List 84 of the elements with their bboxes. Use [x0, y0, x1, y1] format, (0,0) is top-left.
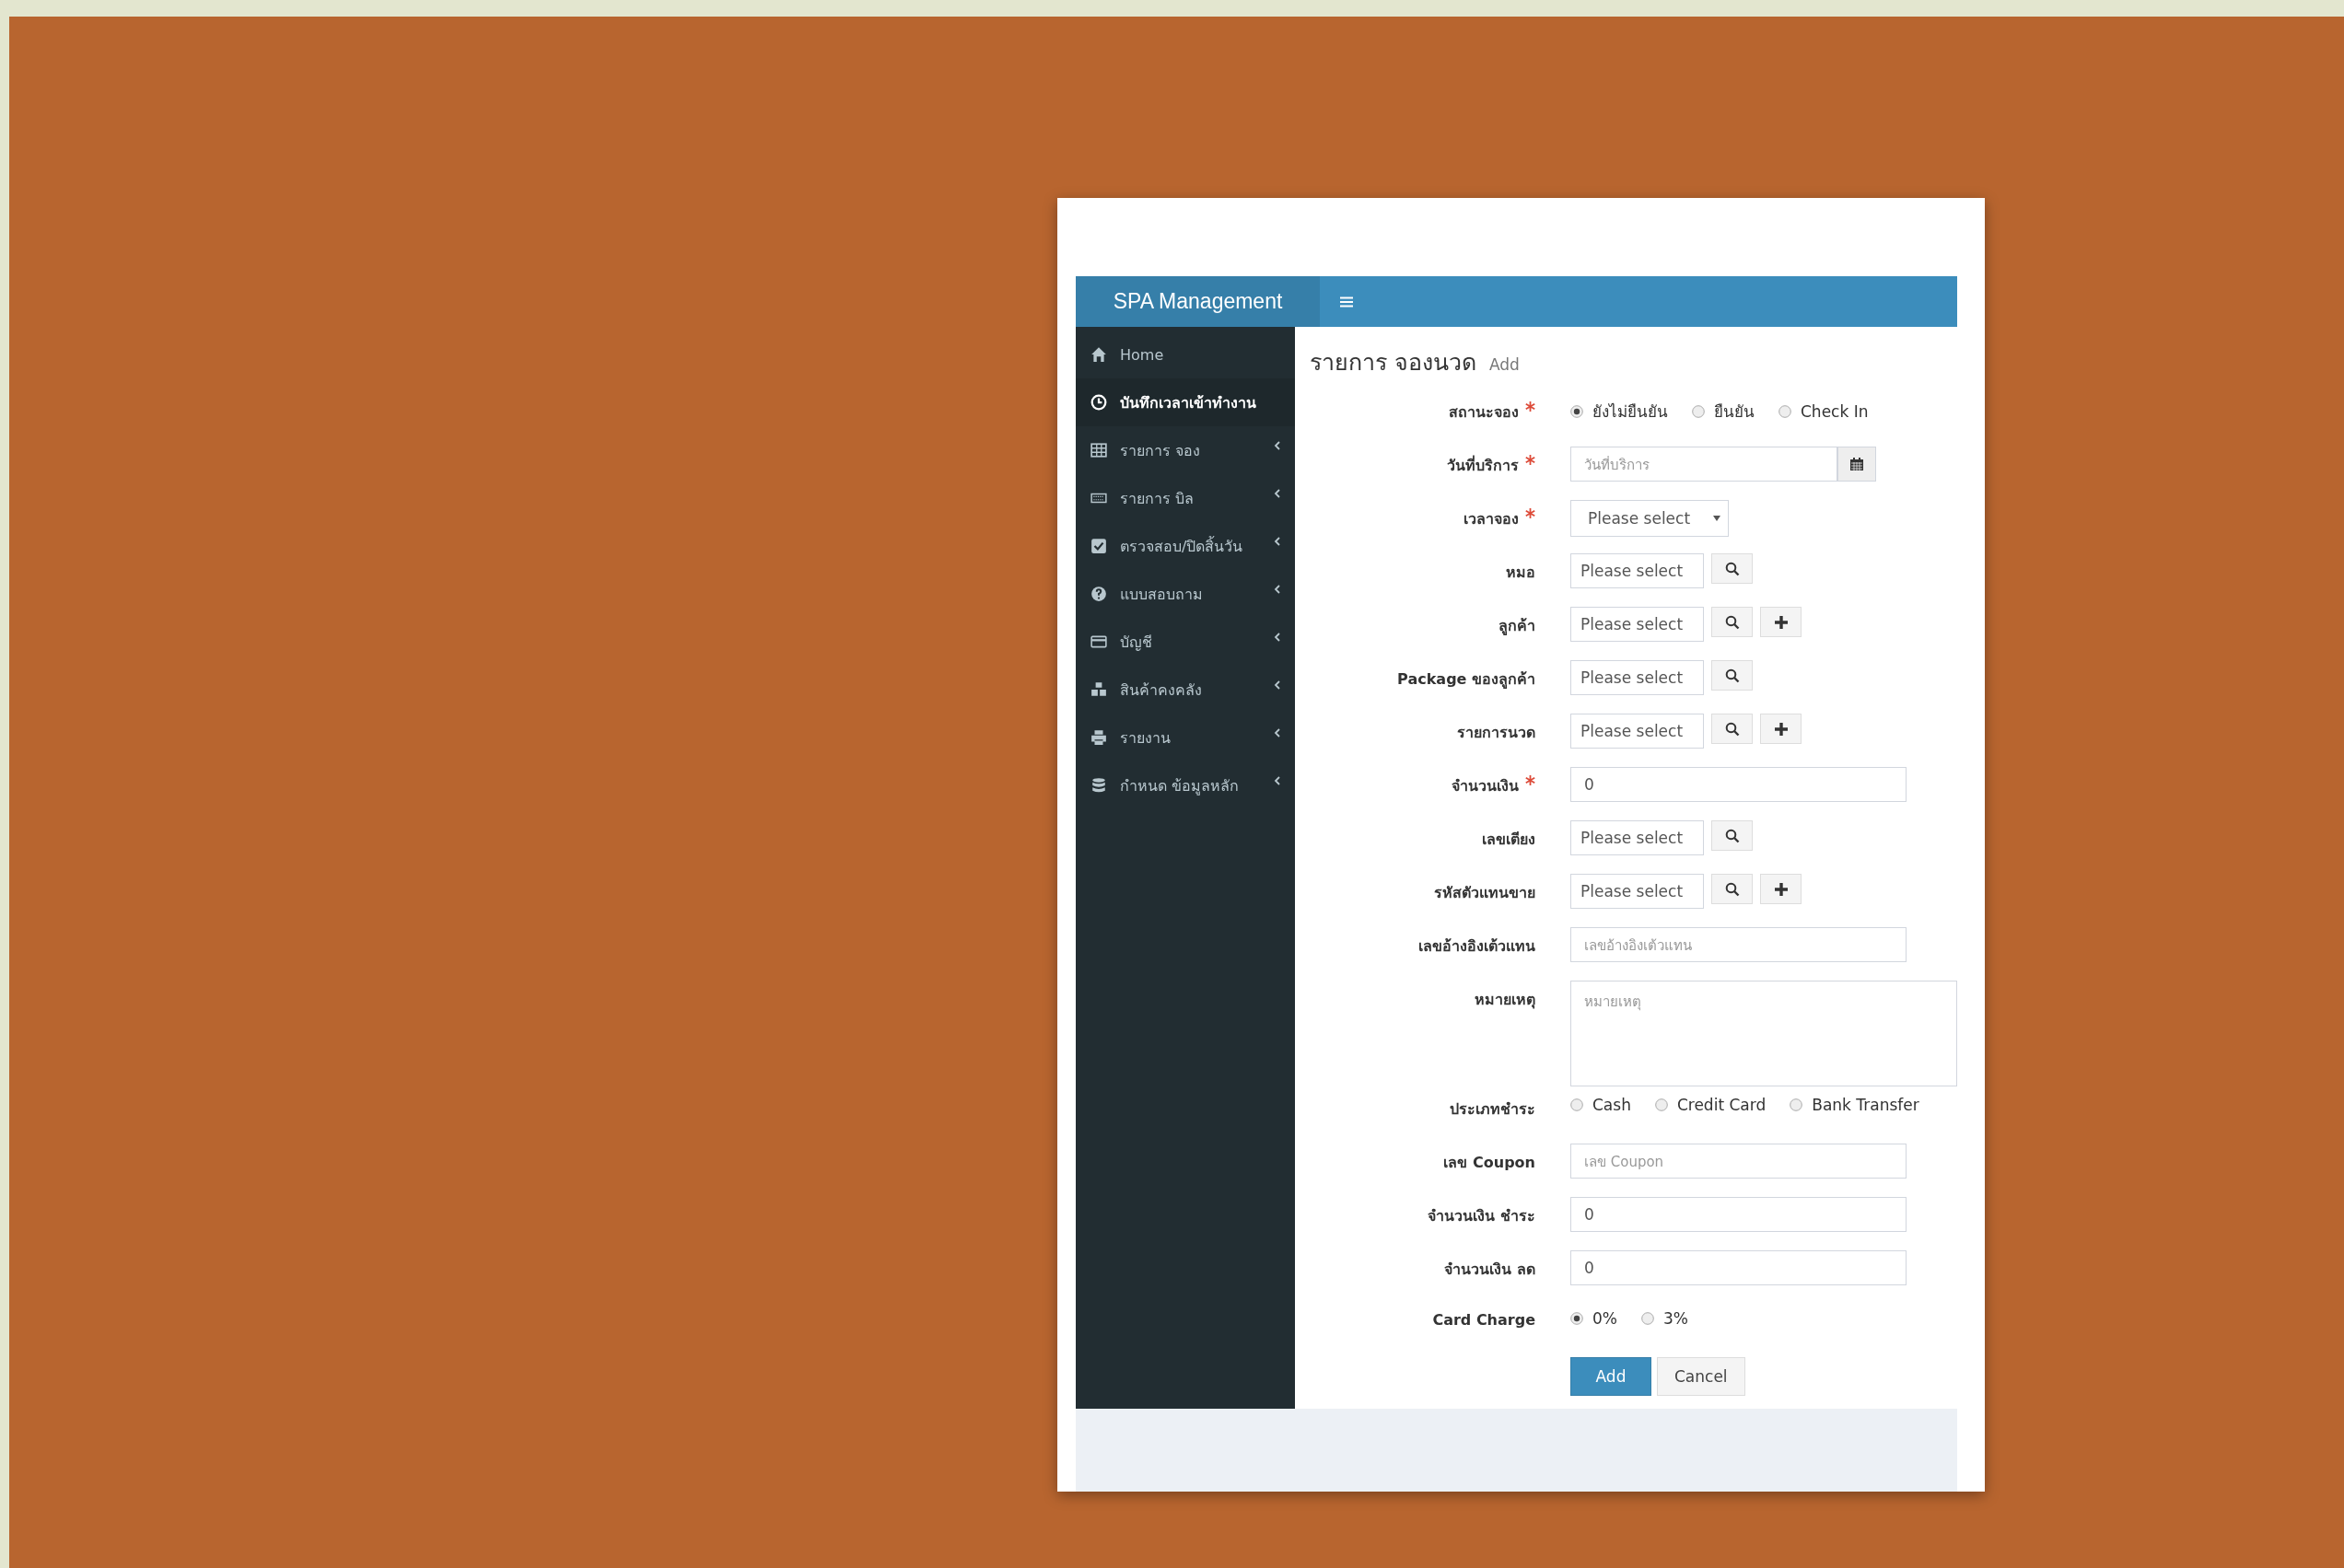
printer-icon: [1090, 729, 1107, 746]
time-dropdown[interactable]: Please select: [1570, 500, 1729, 537]
add-button[interactable]: [1760, 714, 1802, 744]
search-icon: [1724, 614, 1740, 630]
sidebar-item[interactable]: กำหนด ข้อมูลหลัก: [1076, 761, 1295, 809]
input-field[interactable]: 0: [1570, 1197, 1907, 1232]
sidebar-item[interactable]: สินค้าคงคลัง: [1076, 666, 1295, 714]
select-field[interactable]: Please select: [1570, 607, 1704, 642]
input-field[interactable]: 0: [1570, 1250, 1907, 1285]
plus-icon: [1773, 614, 1789, 630]
search-button[interactable]: [1711, 660, 1753, 691]
question-icon: [1090, 586, 1107, 602]
radio-option[interactable]: Bank Transfer: [1790, 1096, 1919, 1114]
checkbox-icon: [1090, 538, 1107, 554]
sidebar-item[interactable]: รายการ บิล: [1076, 474, 1295, 522]
field-label: จำนวนเงิน: [1452, 777, 1519, 795]
search-button[interactable]: [1711, 714, 1753, 744]
cancel-button[interactable]: Cancel: [1657, 1357, 1745, 1396]
select-field[interactable]: Please select: [1570, 553, 1704, 588]
radio-option[interactable]: 3%: [1641, 1309, 1688, 1328]
field-label: หมายเหตุ: [1475, 991, 1535, 1008]
search-button[interactable]: [1711, 553, 1753, 584]
field-label: Card Charge: [1432, 1311, 1535, 1329]
field-label: เลขอ้างอิงเต้วแทน: [1418, 937, 1535, 955]
search-icon: [1724, 721, 1740, 737]
page-subtitle: Add: [1488, 355, 1520, 374]
add-button[interactable]: [1760, 874, 1802, 904]
plus-icon: [1773, 721, 1789, 737]
sidebar-item[interactable]: บัญชี: [1076, 618, 1295, 666]
home-icon: [1090, 346, 1107, 363]
input-field[interactable]: เลขอ้างอิงเต้วแทน: [1570, 927, 1907, 962]
field-label: หมอ: [1506, 563, 1535, 581]
sidebar-item[interactable]: บันทึกเวลาเข้าทำงาน: [1076, 378, 1295, 426]
sidebar-item[interactable]: รายการ จอง: [1076, 426, 1295, 474]
field-label: จำนวนเงิน ชำระ: [1428, 1207, 1535, 1225]
sidebar-item[interactable]: Home: [1076, 331, 1295, 378]
field-label: ลูกค้า: [1499, 617, 1535, 634]
notes-field[interactable]: หมายเหตุ: [1570, 981, 1957, 1086]
radio-option[interactable]: Credit Card: [1654, 1096, 1767, 1114]
plus-icon: [1773, 881, 1789, 897]
field-label: รหัสตัวแทนขาย: [1434, 884, 1535, 901]
field-label: Package ของลูกค้า: [1397, 670, 1535, 688]
database-icon: [1090, 777, 1107, 794]
search-button[interactable]: [1711, 820, 1753, 851]
calendar-button[interactable]: [1837, 447, 1876, 482]
radio-option[interactable]: ยังไม่ยืนยัน: [1570, 399, 1668, 424]
select-field[interactable]: Please select: [1570, 660, 1704, 695]
search-button[interactable]: [1711, 874, 1753, 904]
radio-option[interactable]: ยืนยัน: [1692, 399, 1755, 424]
search-icon: [1724, 828, 1740, 843]
field-label: วันที่บริการ: [1447, 457, 1519, 474]
search-icon: [1724, 668, 1740, 683]
brand-title: SPA Management: [1076, 276, 1320, 327]
credit-card-icon: [1090, 633, 1107, 650]
select-field[interactable]: Please select: [1570, 714, 1704, 749]
input-field[interactable]: เลข Coupon: [1570, 1144, 1907, 1179]
field-label: ประเภทชำระ: [1450, 1100, 1535, 1118]
search-icon: [1724, 561, 1740, 576]
radio-option[interactable]: 0%: [1570, 1309, 1617, 1328]
sidebar-item[interactable]: ตรวจสอบ/ปิดสิ้นวัน: [1076, 522, 1295, 570]
sidebar-item[interactable]: รายงาน: [1076, 714, 1295, 761]
select-field[interactable]: Please select: [1570, 820, 1704, 855]
radio-option[interactable]: Check In: [1778, 399, 1869, 424]
select-field[interactable]: Please select: [1570, 874, 1704, 909]
input-field[interactable]: 0: [1570, 767, 1907, 802]
search-icon: [1724, 881, 1740, 897]
field-label: เลข Coupon: [1443, 1154, 1535, 1171]
search-button[interactable]: [1711, 607, 1753, 637]
caret-icon: [1713, 516, 1720, 521]
cubes-icon: [1090, 681, 1107, 698]
field-label: รายการนวด: [1457, 724, 1535, 741]
clock-icon: [1090, 394, 1107, 411]
radio-option[interactable]: Cash: [1570, 1096, 1631, 1114]
add-button[interactable]: [1760, 607, 1802, 637]
field-label: สถานะจอง: [1449, 403, 1519, 421]
calendar-icon: [1849, 457, 1864, 471]
field-label: เวลาจอง: [1464, 510, 1519, 528]
sidebar-item[interactable]: แบบสอบถาม: [1076, 570, 1295, 618]
add-button[interactable]: Add: [1570, 1357, 1651, 1396]
table-icon: [1090, 442, 1107, 459]
field-label: จำนวนเงิน ลด: [1444, 1260, 1535, 1278]
field-label: เลขเตียง: [1482, 830, 1535, 848]
page-title: รายการ จองนวด: [1310, 348, 1476, 377]
date-field[interactable]: วันที่บริการ: [1570, 447, 1837, 482]
